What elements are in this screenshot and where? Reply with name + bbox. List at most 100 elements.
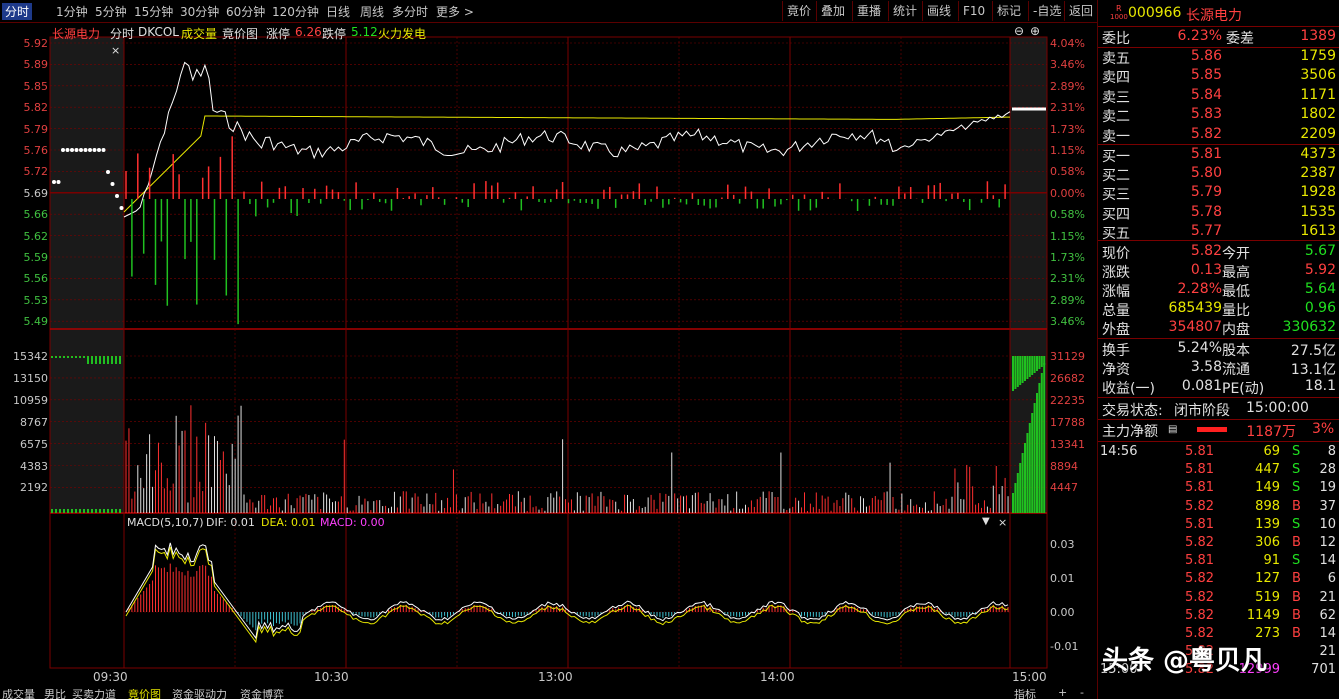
average-price-line bbox=[123, 115, 1011, 213]
ask-row[interactable]: 卖一 5.82 2209 bbox=[1102, 126, 1336, 145]
tick-row: 5.82 1149 B 62 bbox=[1100, 608, 1338, 626]
price-tick: 5.69 bbox=[23, 186, 49, 200]
price-tick: 5.82 bbox=[23, 101, 49, 115]
tab-ratio[interactable]: 男比 bbox=[44, 689, 66, 699]
volume-tick: 15342 bbox=[13, 350, 48, 363]
weicha-value: 1389 bbox=[1300, 28, 1336, 44]
pct-tick: 2.31% bbox=[1050, 272, 1085, 286]
pct-tick: 0.00% bbox=[1050, 186, 1085, 200]
bid-row[interactable]: 买二 5.80 2387 bbox=[1102, 165, 1336, 184]
bid-price: 5.80 bbox=[1190, 165, 1222, 182]
volume-tick-right: 4447 bbox=[1050, 481, 1078, 495]
bid-row[interactable]: 买三 5.79 1928 bbox=[1102, 184, 1336, 203]
price-tick: 5.56 bbox=[23, 272, 49, 286]
auction-price-dot bbox=[52, 180, 56, 184]
ask-row[interactable]: 卖三 5.84 1171 bbox=[1102, 87, 1336, 106]
zoom-out-button[interactable]: - bbox=[1080, 689, 1084, 699]
tab-bid-chart[interactable]: 竟价图 bbox=[128, 689, 161, 699]
fund-value: 0.081 bbox=[1181, 378, 1222, 394]
macd-close-icon[interactable]: × bbox=[998, 516, 1007, 529]
tab-15min[interactable]: 15分钟 bbox=[134, 3, 173, 20]
macd-dif-line bbox=[125, 542, 1009, 640]
tab-60min[interactable]: 60分钟 bbox=[226, 3, 265, 20]
ask-row[interactable]: 卖五 5.86 1759 bbox=[1102, 48, 1336, 67]
tick-row: 5.81 149 S 19 bbox=[1100, 480, 1338, 498]
tab-volume[interactable]: 成交量 bbox=[2, 689, 35, 699]
tick-price: 5.82 bbox=[1185, 535, 1214, 550]
bid-row[interactable]: 买一 5.81 4373 bbox=[1102, 146, 1336, 165]
tab-fund-drive[interactable]: 资金驱动力 bbox=[172, 689, 227, 699]
overlay-button[interactable]: 叠加 bbox=[816, 1, 849, 21]
tick-count: 14 bbox=[1319, 553, 1336, 569]
tab-daily[interactable]: 日线 bbox=[326, 3, 350, 20]
time-1030: 10:30 bbox=[314, 670, 349, 684]
tab-120min[interactable]: 120分钟 bbox=[272, 3, 319, 20]
tick-side: B bbox=[1292, 626, 1301, 641]
tab-force[interactable]: 买卖力道 bbox=[72, 689, 116, 699]
tick-side: B bbox=[1292, 498, 1301, 514]
fund-value: 27.5亿 bbox=[1290, 343, 1336, 359]
tab-5min[interactable]: 5分钟 bbox=[95, 3, 127, 20]
zoom-in-button[interactable]: + bbox=[1058, 689, 1067, 699]
volume-tick-right: 8894 bbox=[1050, 459, 1078, 473]
time-1500: 15:00 bbox=[1012, 670, 1047, 684]
indicator-button[interactable]: 指标 bbox=[1014, 689, 1036, 699]
tick-volume: 91 bbox=[1263, 553, 1280, 569]
time-0930: 09:30 bbox=[93, 670, 128, 684]
volume-tick: 2192 bbox=[20, 481, 48, 495]
tab-30min[interactable]: 30分钟 bbox=[180, 3, 219, 20]
intraday-chart[interactable]: 长源电力 分时 DKCOL 成交量 竟价图 涨停 6.26 跌停 5.12 火力… bbox=[0, 22, 1097, 691]
stats-button[interactable]: 统计 bbox=[888, 1, 921, 21]
ask-price: 5.86 bbox=[1190, 48, 1222, 64]
tick-row: 5.82 306 B 12 bbox=[1100, 535, 1338, 553]
tab-fenshi[interactable]: 分时 bbox=[2, 3, 33, 20]
price-tick: 5.89 bbox=[23, 58, 49, 72]
main-flow-row: 主力净额 ▤ 1187万 3% bbox=[1102, 421, 1335, 440]
ask-row[interactable]: 卖二 5.83 1802 bbox=[1102, 106, 1336, 125]
f10-button[interactable]: F10 bbox=[958, 1, 989, 21]
pct-tick: 0.58% bbox=[1050, 165, 1085, 179]
pct-tick: 1.15% bbox=[1050, 144, 1085, 157]
bid-row[interactable]: 买五 5.77 1613 bbox=[1102, 223, 1336, 242]
auction-button[interactable]: 竟价 bbox=[782, 1, 815, 21]
tick-volume: 519 bbox=[1255, 589, 1280, 605]
chart-add-icon[interactable]: ⊕ bbox=[1030, 24, 1040, 38]
ask-row[interactable]: 卖四 5.85 3506 bbox=[1102, 67, 1336, 86]
limit-down-value: 5.12 bbox=[351, 25, 378, 39]
macd-dea-line bbox=[125, 546, 1009, 644]
tick-price: 5.82 bbox=[1185, 571, 1214, 587]
tick-price: 5.82 bbox=[1185, 626, 1214, 641]
tab-multi-fenshi[interactable]: 多分时 bbox=[392, 3, 428, 20]
volume-tick: 13150 bbox=[13, 371, 48, 385]
replay-button[interactable]: 重播 bbox=[852, 1, 885, 21]
tick-price: 5.81 bbox=[1185, 444, 1214, 459]
draw-button[interactable]: 画线 bbox=[922, 1, 955, 21]
price-tick: 5.62 bbox=[23, 229, 49, 243]
tab-more[interactable]: 更多 > bbox=[436, 3, 474, 20]
macd-dropdown-icon[interactable]: ▼ bbox=[982, 516, 990, 527]
tick-price: 5.81 bbox=[1185, 480, 1214, 496]
auction-close-icon[interactable]: × bbox=[111, 44, 120, 57]
tick-row: 5.82 519 B 21 bbox=[1100, 590, 1338, 608]
chart-stock-name: 长源电力 bbox=[52, 27, 101, 41]
chart-indicator[interactable]: DKCOL bbox=[138, 25, 179, 39]
volume-tick-right: 26682 bbox=[1050, 371, 1085, 385]
auction-price-dot bbox=[115, 194, 119, 198]
mark-button[interactable]: 标记 bbox=[992, 1, 1025, 21]
ask-price: 5.84 bbox=[1190, 86, 1222, 103]
trade-status: 闭市阶段 bbox=[1174, 403, 1230, 419]
tab-1min[interactable]: 1分钟 bbox=[56, 3, 88, 20]
tab-weekly[interactable]: 周线 bbox=[360, 3, 384, 20]
main-flow-toggle-icon[interactable]: ▤ bbox=[1168, 424, 1177, 435]
ask-price: 5.83 bbox=[1190, 106, 1222, 123]
concept-label: 火力发电 bbox=[378, 27, 427, 41]
stat-value: 2.28% bbox=[1177, 281, 1222, 297]
bid-row[interactable]: 买四 5.78 1535 bbox=[1102, 204, 1336, 223]
chart-settings-icon[interactable]: ⊖ bbox=[1014, 24, 1024, 38]
back-button[interactable]: 返回 bbox=[1064, 1, 1097, 21]
watchlist-button[interactable]: -自选 bbox=[1028, 1, 1065, 21]
tick-price: 5.81 bbox=[1185, 553, 1214, 569]
tab-fund-game[interactable]: 资金博弈 bbox=[240, 689, 284, 699]
tick-count: 14 bbox=[1319, 626, 1336, 641]
tick-side: S bbox=[1292, 480, 1301, 496]
